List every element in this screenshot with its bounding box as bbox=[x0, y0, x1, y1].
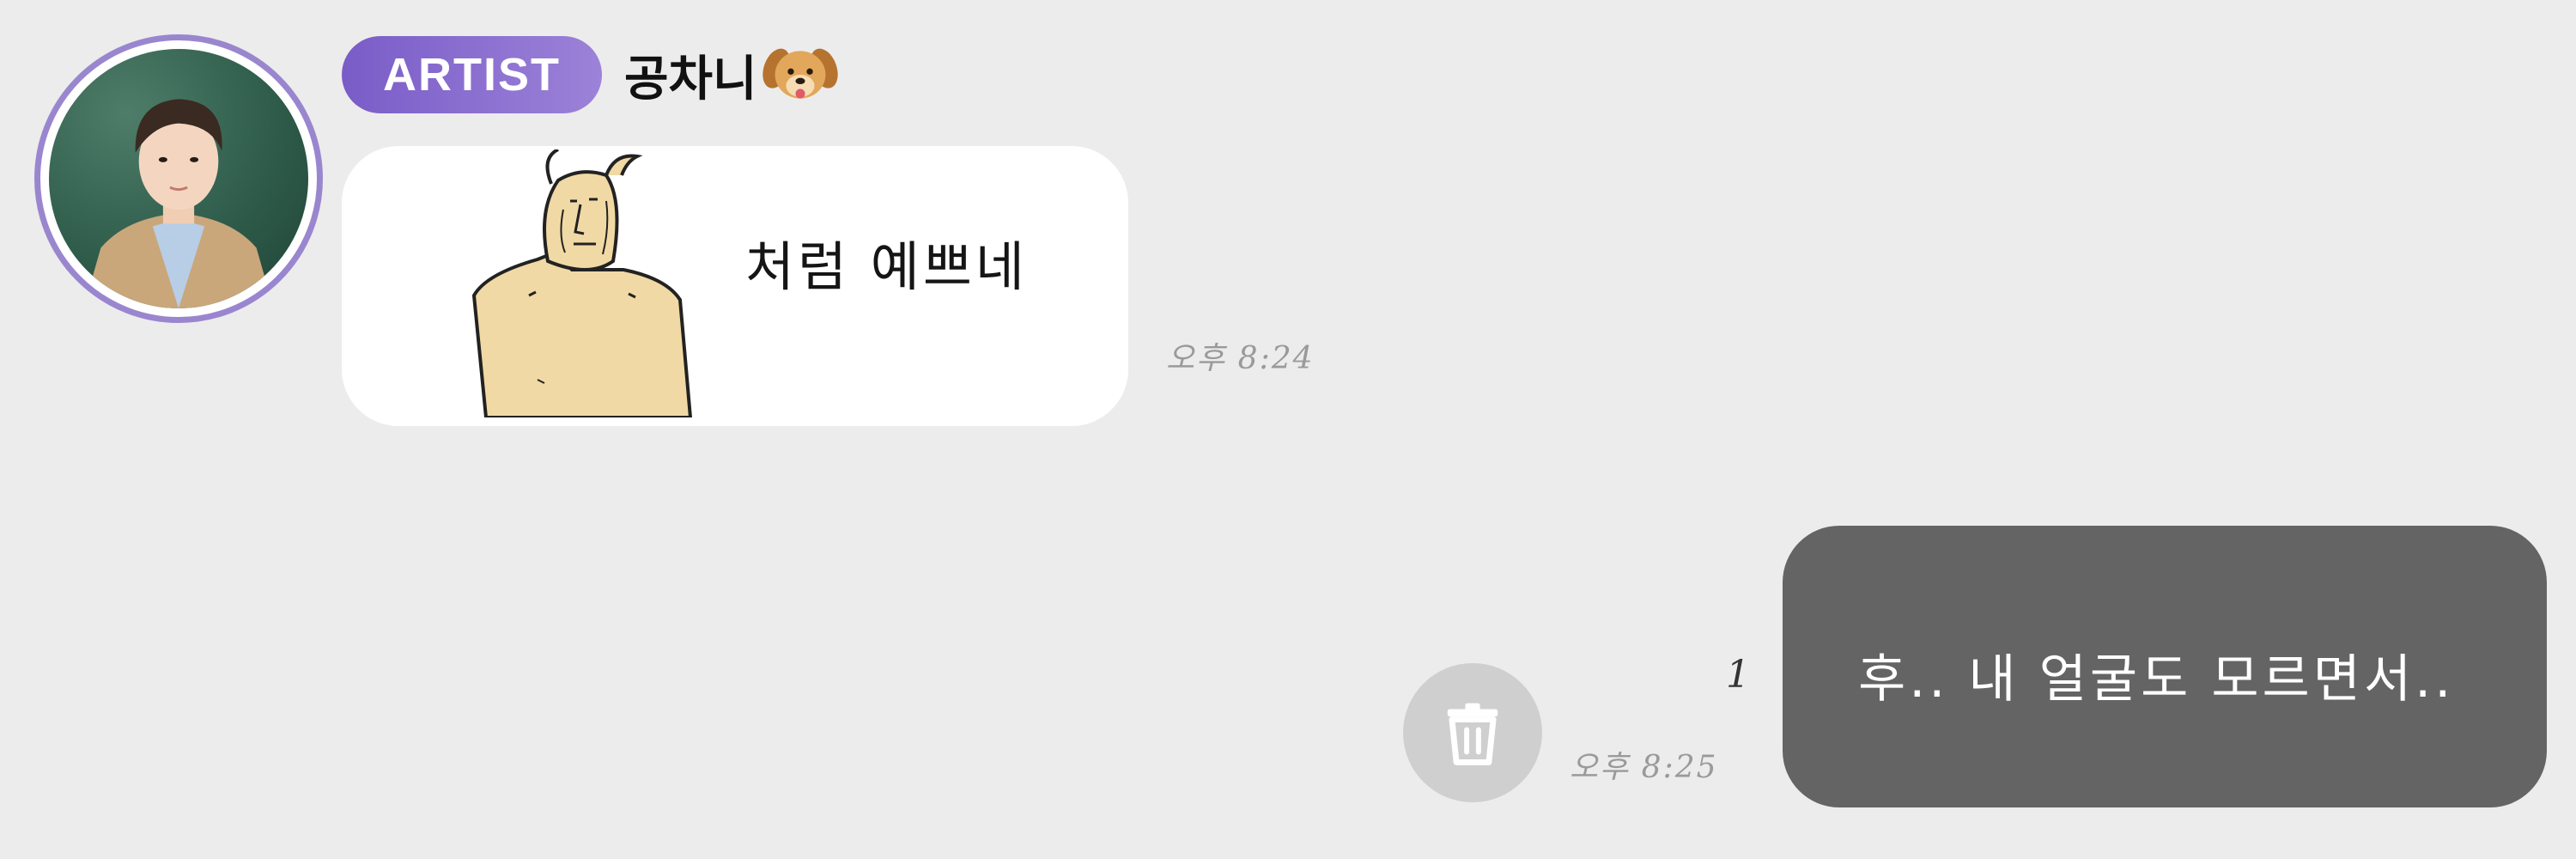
sender-name[interactable]: 공차니 bbox=[624, 35, 840, 114]
dog-face-icon bbox=[761, 35, 840, 114]
avatar-photo bbox=[49, 49, 308, 308]
outgoing-message-text: 후.. 내 얼굴도 모르면서.. bbox=[1858, 649, 2455, 710]
incoming-timestamp: 오후 8:24 bbox=[1166, 341, 1315, 376]
trash-icon bbox=[1447, 703, 1498, 765]
bald-man-sticker-icon bbox=[469, 149, 701, 417]
artist-avatar[interactable] bbox=[34, 34, 323, 323]
incoming-message-bubble[interactable]: 처럼 예쁘네 bbox=[342, 146, 1128, 426]
sender-name-text: 공차니 bbox=[624, 51, 757, 107]
delete-message-button[interactable] bbox=[1403, 663, 1542, 802]
artist-badge: ARTIST bbox=[342, 36, 602, 113]
outgoing-timestamp: 오후 8:25 bbox=[1570, 750, 1718, 785]
unread-count: 1 bbox=[1726, 653, 1750, 697]
incoming-message-text: 처럼 예쁘네 bbox=[745, 235, 1028, 298]
outgoing-message-bubble[interactable]: 후.. 내 얼굴도 모르면서.. bbox=[1783, 526, 2547, 807]
sender-row: ARTIST 공차니 bbox=[342, 34, 840, 115]
profile-photo-icon bbox=[83, 99, 274, 308]
